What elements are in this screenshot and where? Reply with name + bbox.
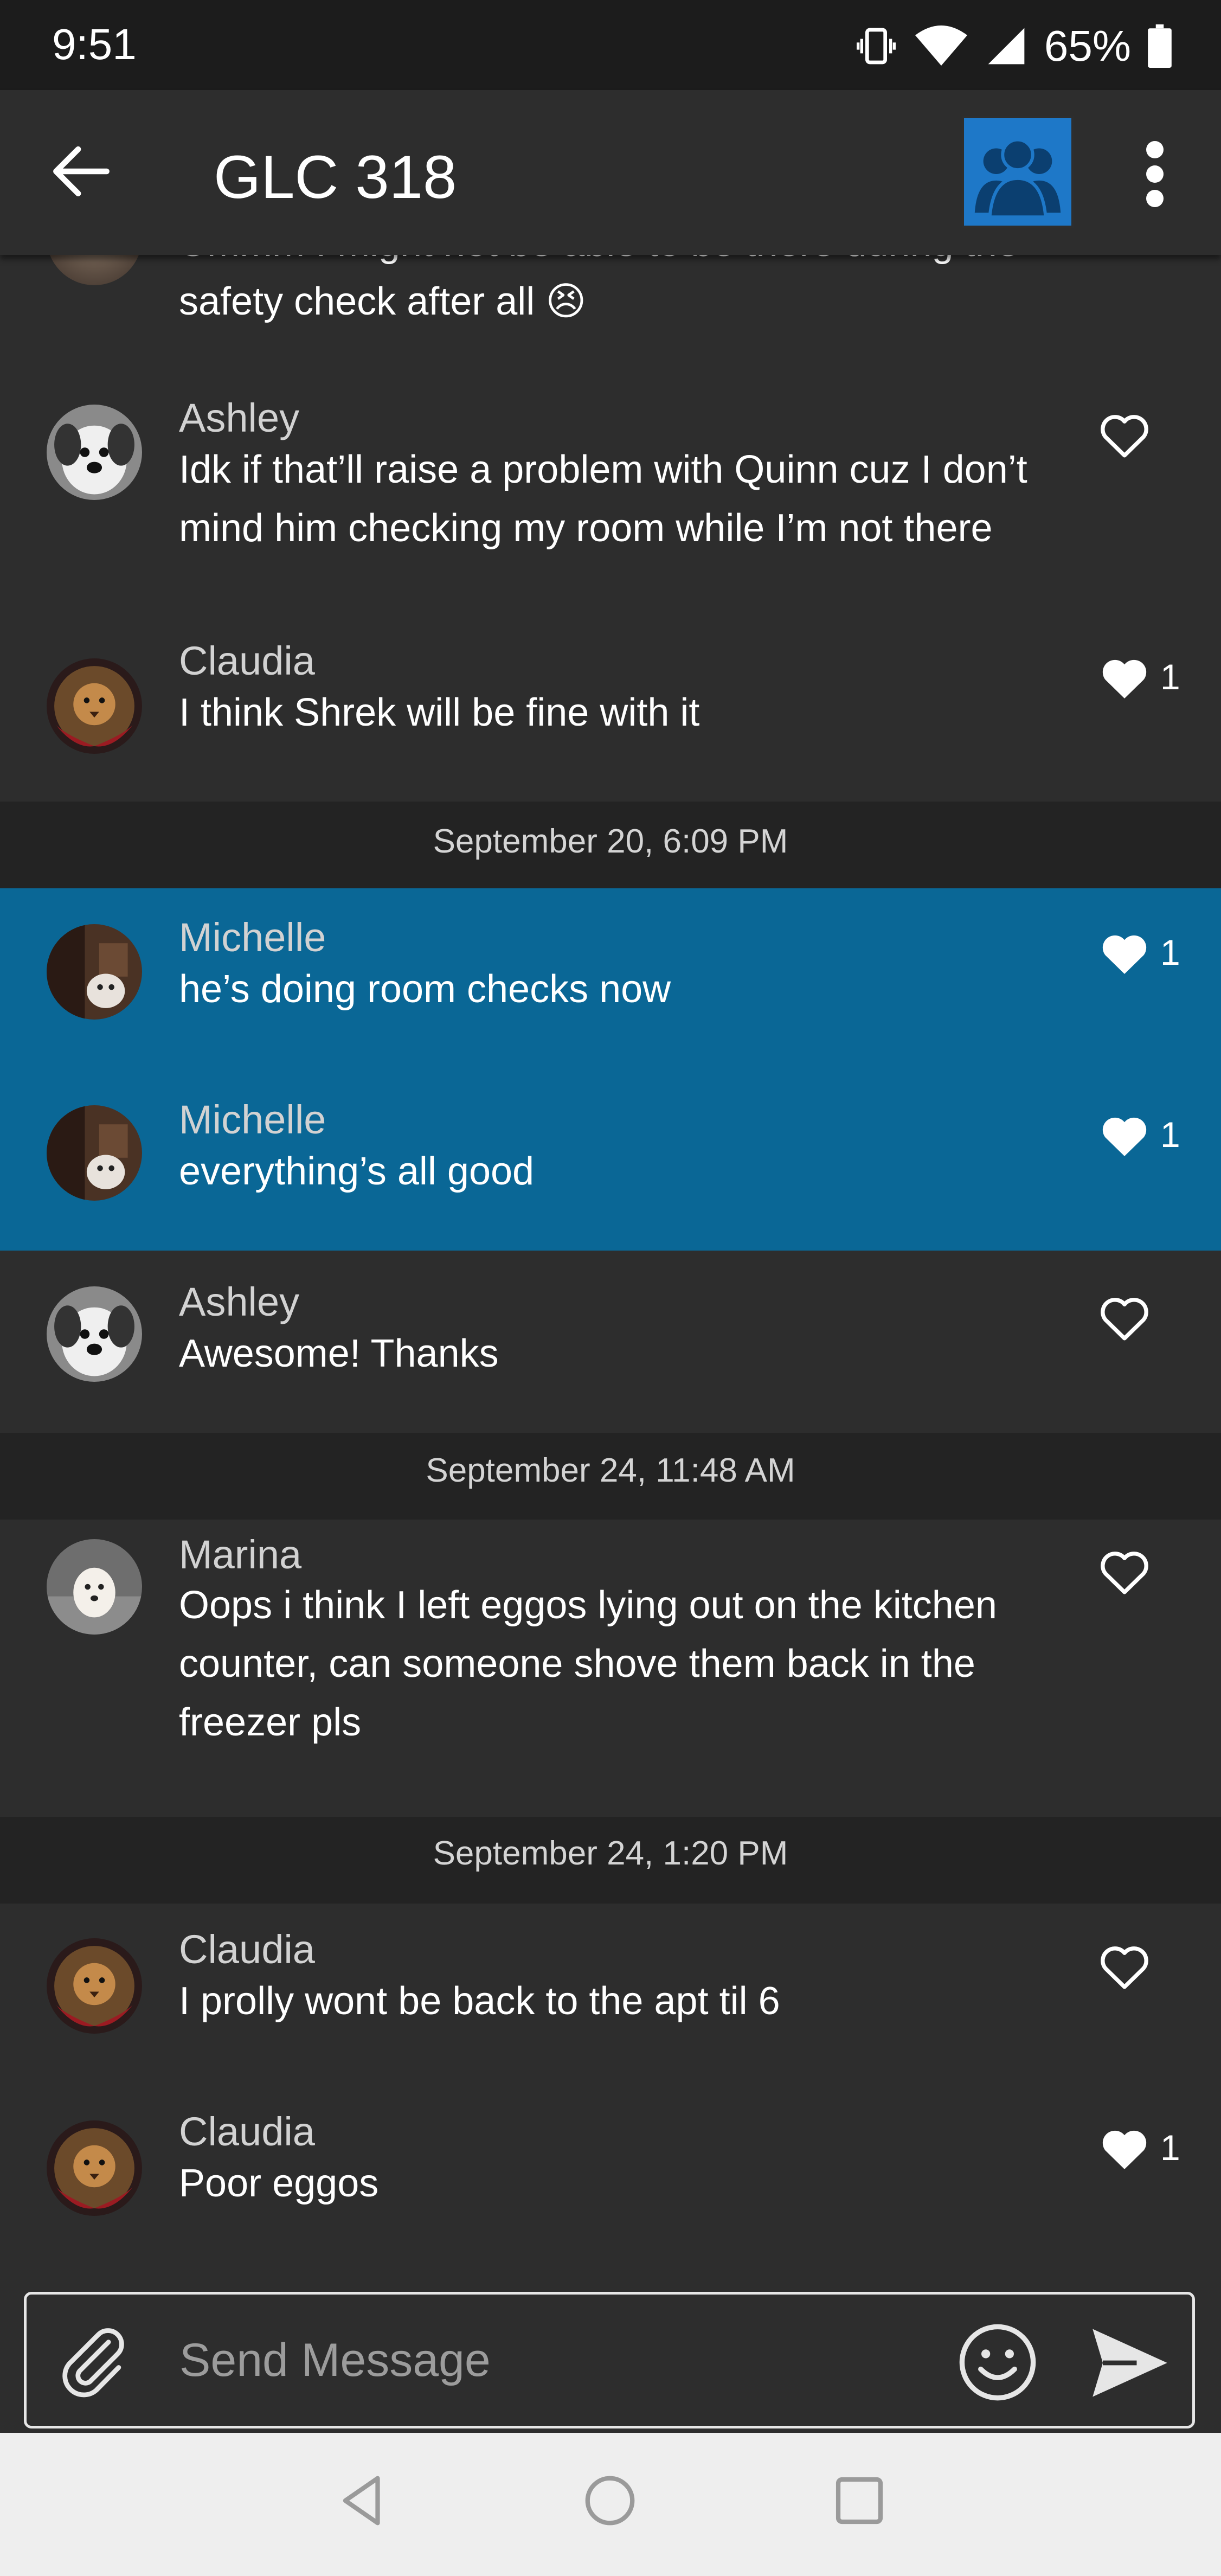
message-list[interactable]: Ummm I might not be able to be there dur…	[0, 255, 1221, 2294]
message-input[interactable]	[178, 2316, 940, 2404]
message-text: I think Shrek will be fine with it	[179, 691, 700, 734]
heart-filled-icon[interactable]	[1097, 928, 1152, 977]
sender-name: Claudia	[179, 1927, 315, 1972]
nav-home-icon[interactable]	[580, 2471, 640, 2530]
signal-icon	[988, 28, 1025, 65]
nav-back-icon[interactable]	[333, 2471, 393, 2530]
paperclip-icon[interactable]	[53, 2317, 134, 2404]
avatar	[47, 924, 142, 1020]
date-separator-text: September 20, 6:09 PM	[433, 823, 788, 860]
like-count: 1	[1160, 657, 1180, 697]
avatar	[47, 1938, 142, 2034]
heart-filled-icon[interactable]	[1097, 2124, 1152, 2173]
avatar	[47, 2120, 142, 2216]
arrow-left-icon[interactable]	[43, 133, 119, 209]
like-count: 1	[1160, 2128, 1180, 2168]
date-separator: September 24, 11:48 AM	[0, 1433, 1221, 1520]
heart-filled-icon[interactable]	[1097, 1111, 1152, 1159]
battery-percent: 65%	[1044, 22, 1131, 70]
message-row-highlighted[interactable]: Michelle he’s doing room checks now 1	[0, 888, 1221, 1069]
puppy-avatar-image	[47, 1539, 142, 1635]
group-avatar[interactable]	[962, 116, 1074, 228]
message-row[interactable]: Claudia I think Shrek will be fine with …	[0, 632, 1221, 802]
status-icons: 65%	[854, 16, 1172, 76]
avatar	[47, 1286, 142, 1382]
conversation-title: GLC 318	[214, 143, 457, 211]
message-row[interactable]: Marina Oops i think I left eggos lying o…	[0, 1520, 1221, 1817]
message-text: Idk if that’ll raise a problem with Quin…	[179, 448, 1027, 550]
sender-name: Marina	[179, 1532, 302, 1577]
message-text: Poor eggos	[179, 2162, 379, 2205]
avatar	[47, 405, 142, 500]
date-separator-text: September 24, 11:48 AM	[426, 1452, 795, 1489]
status-bar: 9:51 65%	[0, 0, 1221, 90]
wifi-icon	[915, 25, 967, 66]
room-avatar-image	[47, 1105, 142, 1201]
send-icon[interactable]	[1089, 2325, 1171, 2401]
app-bar: GLC 318	[0, 90, 1221, 255]
lion-avatar-image	[47, 2120, 142, 2216]
sender-name: Claudia	[179, 2109, 315, 2154]
avatar	[47, 1539, 142, 1635]
message-text: Ummm I might not be able to be there dur…	[179, 255, 1019, 323]
message-text: I prolly wont be back to the apt til 6	[179, 1979, 780, 2023]
battery-icon	[1148, 24, 1172, 68]
avatar	[47, 658, 142, 754]
heart-outline-icon[interactable]	[1097, 1941, 1152, 1990]
emoji-icon[interactable]	[957, 2322, 1038, 2403]
room-avatar-image	[47, 924, 142, 1020]
message-row[interactable]: Claudia I prolly wont be back to the apt…	[0, 1904, 1221, 2085]
date-separator: September 24, 1:20 PM	[0, 1817, 1221, 1904]
heart-outline-icon[interactable]	[1097, 410, 1152, 459]
message-text: everything’s all good	[179, 1150, 535, 1193]
dog-avatar-image	[47, 1286, 142, 1382]
lion-avatar-image	[47, 1938, 142, 2034]
message-row[interactable]: Ummm I might not be able to be there dur…	[0, 255, 1221, 323]
status-time: 9:51	[52, 20, 137, 68]
heart-outline-icon[interactable]	[1097, 1293, 1152, 1342]
message-row[interactable]: Claudia Poor eggos 1	[0, 2085, 1221, 2294]
message-text: Awesome! Thanks	[179, 1332, 499, 1375]
heart-outline-icon[interactable]	[1097, 1547, 1152, 1595]
message-row-highlighted[interactable]: Michelle everything’s all good 1	[0, 1069, 1221, 1251]
compose-bar	[24, 2292, 1195, 2428]
like-count: 1	[1160, 932, 1180, 972]
lion-avatar-image	[47, 658, 142, 754]
message-row[interactable]: Ashley Awesome! Thanks	[0, 1251, 1221, 1433]
heart-filled-icon[interactable]	[1097, 653, 1152, 702]
message-text: Oops i think I left eggos lying out on t…	[179, 1584, 997, 1744]
date-separator-text: September 24, 1:20 PM	[433, 1835, 788, 1872]
vibrate-icon	[856, 28, 896, 65]
avatar	[47, 255, 142, 285]
system-nav-bar	[0, 2433, 1221, 2576]
group-avatar-icon	[974, 138, 1061, 219]
message-text: he’s doing room checks now	[179, 967, 671, 1011]
avatar	[47, 1105, 142, 1201]
nav-recents-icon[interactable]	[830, 2471, 889, 2530]
sender-name: Claudia	[179, 638, 315, 683]
sender-name: Michelle	[179, 1097, 326, 1142]
like-count: 1	[1160, 1114, 1180, 1155]
sender-name: Ashley	[179, 1279, 300, 1324]
sender-name: Ashley	[179, 395, 300, 440]
more-vert-icon[interactable]	[1144, 139, 1166, 209]
date-separator: September 20, 6:09 PM	[0, 802, 1221, 888]
dog-avatar-image	[47, 405, 142, 500]
message-row[interactable]: Ashley Idk if that’ll raise a problem wi…	[0, 390, 1221, 607]
sender-name: Michelle	[179, 915, 326, 960]
